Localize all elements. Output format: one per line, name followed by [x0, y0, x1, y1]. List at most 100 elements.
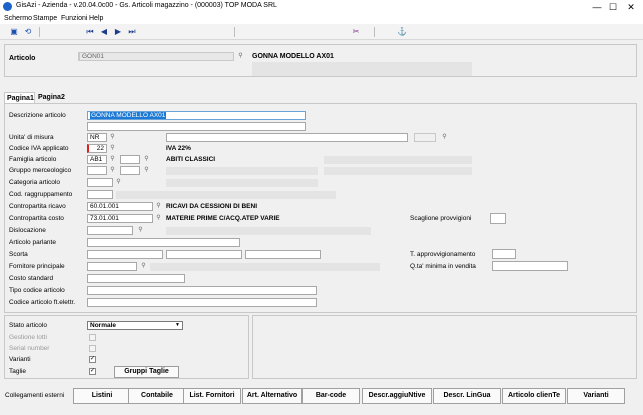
stato-value: Normale — [90, 322, 117, 329]
tipo-codice-field[interactable] — [87, 286, 317, 295]
um-field[interactable]: NR — [87, 133, 107, 142]
famiglia-field[interactable]: AB1 — [87, 155, 107, 164]
scaglione-label: Scaglione provvigioni — [410, 215, 472, 222]
descrizione-label: Descrizione articolo — [9, 112, 66, 119]
alternativo-button[interactable]: Art. Alternativo — [242, 388, 302, 404]
first-record-icon[interactable]: ⏮ — [84, 26, 96, 37]
tab-pagina2[interactable]: Pagina2 — [36, 92, 68, 103]
last-record-icon[interactable]: ⏭ — [126, 26, 138, 37]
barcode-button[interactable]: Bar-code — [302, 388, 360, 404]
categoria-label: Categoria articolo — [9, 179, 60, 186]
sottofamiglia-field[interactable] — [120, 155, 140, 164]
listini-button[interactable]: Listini — [73, 388, 131, 404]
qta-minima-field[interactable] — [492, 261, 568, 271]
descr-lingua-button[interactable]: Descr. LinGua — [433, 388, 501, 404]
um-desc-field[interactable] — [166, 133, 408, 142]
binoculars-icon[interactable]: ⚲ — [115, 179, 122, 186]
binoculars-icon[interactable]: ⚲ — [137, 227, 144, 234]
delete-icon[interactable]: ✂ — [350, 26, 362, 37]
binoculars-icon[interactable]: ⚲ — [109, 156, 116, 163]
next-record-icon[interactable]: ▶ — [112, 26, 124, 37]
articolo-code-field[interactable]: GON01 — [78, 52, 234, 61]
binoculars-icon[interactable]: ⚲ — [155, 215, 162, 222]
binoculars-icon[interactable]: ⚲ — [143, 156, 150, 163]
menu-funzioni[interactable]: Funzioni — [61, 14, 87, 24]
menu-bar: Schermo Stampe Funzioni Help — [0, 14, 643, 24]
fornitore-label: Fornitore principale — [9, 263, 65, 270]
descrizione-extra-field[interactable] — [87, 122, 306, 131]
maximize-button[interactable]: ☐ — [606, 1, 620, 13]
codice-fe-field[interactable] — [87, 298, 317, 307]
taglie-checkbox[interactable]: ✓ — [89, 368, 96, 375]
articolo-desc: GONNA MODELLO AX01 — [252, 53, 334, 60]
contabile-button[interactable]: Contabile — [128, 388, 186, 404]
binoculars-icon[interactable]: ⚲ — [109, 134, 116, 141]
fornitori-button[interactable]: List. Fornitori — [183, 388, 241, 404]
articolo-cliente-button[interactable]: Articolo clienTe — [502, 388, 566, 404]
toolbar-separator — [234, 27, 235, 37]
famiglia-info-block — [324, 156, 472, 164]
costo-std-field[interactable] — [87, 274, 185, 283]
raggruppamento-field[interactable] — [87, 190, 113, 199]
costo-field[interactable]: 73.01.001 — [87, 214, 153, 223]
toolbar-separator — [374, 27, 375, 37]
varianti-button[interactable]: Varianti — [567, 388, 625, 404]
ricavo-label: Contropartita ricavo — [9, 203, 66, 210]
gruppo-field[interactable] — [87, 166, 107, 175]
binoculars-icon[interactable]: ⚲ — [140, 263, 147, 270]
toolbar-separator — [39, 27, 40, 37]
um-label: Unita' di misura — [9, 134, 54, 141]
gruppo-label: Gruppo merceologico — [9, 167, 72, 174]
costo-desc: MATERIE PRIME C/ACQ.ATEP VARIE — [166, 215, 280, 222]
stato-label: Stato articolo — [9, 322, 47, 329]
scorta-min-field[interactable] — [87, 250, 163, 259]
fornitore-info-block — [150, 263, 380, 271]
toolbar: ▣ ⟲ ⏮ ◀ ▶ ⏭ ✂ ⚓ — [0, 24, 643, 40]
articolo-info-block — [252, 68, 472, 76]
minimize-button[interactable]: — — [590, 1, 604, 13]
note-panel — [252, 315, 637, 379]
stato-select[interactable]: Normale ▼ — [87, 321, 183, 330]
close-button[interactable]: ✕ — [624, 1, 638, 13]
menu-schermo[interactable]: Schermo — [4, 14, 32, 24]
save-icon[interactable]: ▣ — [8, 26, 20, 37]
costo-std-label: Costo standard — [9, 275, 54, 282]
collegamenti-label: Collegamenti esterni — [5, 392, 65, 399]
ricavo-field[interactable]: 60.01.001 — [87, 202, 153, 211]
varianti-checkbox[interactable]: ✓ — [89, 356, 96, 363]
binoculars-icon[interactable]: ⚲ — [441, 134, 448, 141]
serial-checkbox — [89, 345, 96, 352]
lotti-checkbox — [89, 334, 96, 341]
famiglia-label: Famiglia articolo — [9, 156, 57, 163]
menu-stampe[interactable]: Stampe — [33, 14, 57, 24]
parlante-field[interactable] — [87, 238, 240, 247]
binoculars-icon[interactable]: ⚲ — [109, 167, 116, 174]
scaglione-field[interactable] — [490, 213, 506, 224]
previous-record-icon[interactable]: ◀ — [98, 26, 110, 37]
sottogruppo-field[interactable] — [120, 166, 140, 175]
menu-help[interactable]: Help — [89, 14, 103, 24]
anchor-icon[interactable]: ⚓ — [396, 26, 408, 37]
categoria-field[interactable] — [87, 178, 113, 187]
approvvigionamento-field[interactable] — [492, 249, 516, 259]
raggruppamento-info-block — [116, 191, 336, 199]
title-bar: GisAzi - Azienda - v.20.04.0c00 - Gs. Ar… — [0, 0, 643, 14]
descrizione-field[interactable]: GONNA MODELLO AX01 — [87, 111, 306, 120]
descr-aggiuntive-button[interactable]: Descr.aggiuNtive — [362, 388, 432, 404]
fornitore-field[interactable] — [87, 262, 137, 271]
binoculars-icon[interactable]: ⚲ — [155, 203, 162, 210]
famiglia-desc: ABITI CLASSICI — [166, 156, 216, 163]
refresh-icon[interactable]: ⟲ — [22, 26, 34, 37]
chevron-down-icon: ▼ — [175, 322, 180, 328]
tab-pagina1[interactable]: Pagina1 — [4, 92, 35, 103]
iva-field[interactable]: 22 — [87, 144, 107, 153]
scorta-extra-field[interactable] — [245, 250, 321, 259]
binoculars-icon[interactable]: ⚲ — [109, 145, 116, 152]
binoculars-icon[interactable]: ⚲ — [143, 167, 150, 174]
gruppi-taglie-button[interactable]: Gruppi Taglie — [114, 366, 179, 378]
scorta-max-field[interactable] — [166, 250, 242, 259]
varianti-label: Varianti — [9, 356, 31, 363]
binoculars-icon[interactable]: ⚲ — [237, 53, 244, 60]
dislocazione-field[interactable] — [87, 226, 133, 235]
lotti-label: Gestione lotti — [9, 334, 47, 341]
